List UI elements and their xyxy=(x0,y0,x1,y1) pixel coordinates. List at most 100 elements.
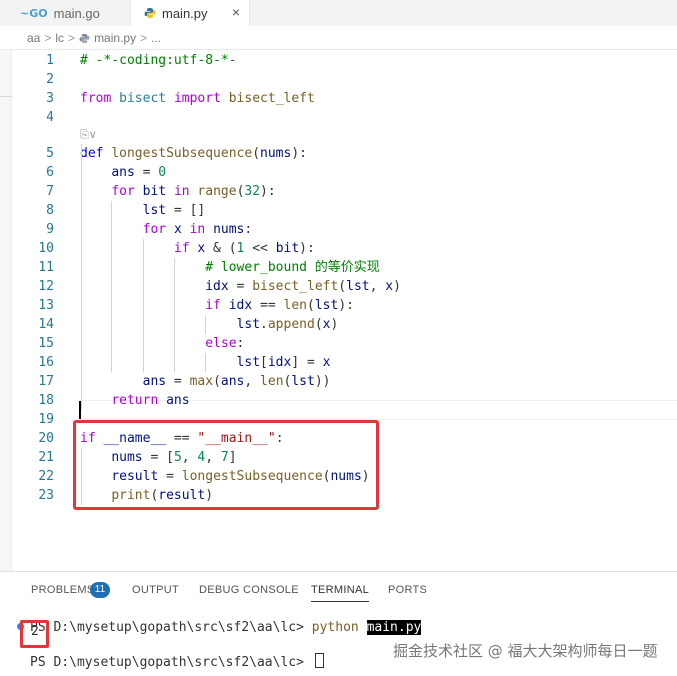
code-text: ans = 0 xyxy=(80,163,166,182)
code-editor[interactable]: ⎘∨ 1 # -*-coding:utf-8-*- 2 3 from bisect im… xyxy=(0,49,677,572)
line-number: 21 xyxy=(38,450,54,465)
code-line[interactable]: 19 xyxy=(0,410,677,429)
line-number: 22 xyxy=(38,469,54,484)
code-token: if xyxy=(173,241,190,256)
line-number: 13 xyxy=(38,298,54,313)
code-token: ( xyxy=(252,146,261,161)
line-number: 15 xyxy=(38,336,54,351)
code-line[interactable]: 20 if __name__ == "__main__": xyxy=(0,429,677,448)
line-number: 3 xyxy=(46,91,54,106)
tab-problems[interactable]: PROBLEMS xyxy=(31,584,95,596)
code-line[interactable]: 17 ans = max(ans, len(lst)) xyxy=(0,372,677,391)
code-token: nums xyxy=(213,222,245,237)
code-line[interactable]: 2 xyxy=(0,70,677,89)
code-token: idx xyxy=(267,355,292,370)
tab-label: main.py xyxy=(162,5,208,21)
code-token: lst xyxy=(236,355,261,370)
code-token: # lower_bound 的等价实现 xyxy=(205,260,380,275)
breadcrumb-item-aa[interactable]: aa xyxy=(27,31,40,45)
code-token: , xyxy=(181,450,198,465)
tab-debug-console[interactable]: DEBUG CONSOLE xyxy=(199,584,299,596)
breadcrumb-item-lc[interactable]: lc xyxy=(55,31,64,45)
code-line[interactable]: 10 if x & (1 << bit): xyxy=(0,239,677,258)
chevron-right-icon: > xyxy=(140,31,148,45)
line-number: 19 xyxy=(38,412,54,427)
code-token: : xyxy=(244,222,253,237)
code-text: def longestSubsequence(nums): xyxy=(80,144,307,163)
code-token: return xyxy=(111,393,159,408)
breadcrumb-item-ellipsis[interactable]: ... xyxy=(151,31,161,45)
code-line[interactable]: 23 print(result) xyxy=(0,486,677,505)
terminal-line-prompt[interactable]: PS D:\mysetup\gopath\src\sf2\aa\lc> xyxy=(30,653,324,671)
code-line[interactable]: 14 lst.append(x) xyxy=(0,315,677,334)
code-token: from xyxy=(80,91,112,106)
tab-ports[interactable]: PORTS xyxy=(388,584,427,596)
tab-main-go[interactable]: ~GO main.go xyxy=(0,0,131,26)
code-token: idx xyxy=(205,279,229,294)
terminal-command: python xyxy=(311,620,359,635)
codelens[interactable]: ⎘∨ xyxy=(80,126,97,143)
code-token: nums xyxy=(260,146,292,161)
line-number: 12 xyxy=(38,279,54,294)
code-text: result = longestSubsequence(nums) xyxy=(80,467,369,486)
code-token: ): xyxy=(338,298,354,313)
code-text: print(result) xyxy=(80,486,213,505)
code-token: nums xyxy=(330,469,362,484)
code-line[interactable]: 4 xyxy=(0,108,677,127)
code-line[interactable]: 5 def longestSubsequence(nums): xyxy=(0,144,677,163)
code-line[interactable]: 1 # -*-coding:utf-8-*- xyxy=(0,51,677,70)
code-token: 32 xyxy=(244,184,261,199)
code-token: ans xyxy=(111,165,135,180)
breadcrumb-item-main-py[interactable]: main.py xyxy=(94,31,136,45)
code-token: & ( xyxy=(205,241,237,256)
code-text: else: xyxy=(80,334,244,353)
code-token: if xyxy=(205,298,221,313)
code-line[interactable]: 22 result = longestSubsequence(nums) xyxy=(0,467,677,486)
code-token: lst xyxy=(236,317,261,332)
code-line[interactable]: 7 for bit in range(32): xyxy=(0,182,677,201)
code-text: lst.append(x) xyxy=(80,315,339,334)
line-number: 23 xyxy=(38,488,54,503)
code-line[interactable]: 16 lst[idx] = x xyxy=(0,353,677,372)
code-token: ] xyxy=(228,450,237,465)
code-line[interactable]: 21 nums = [5, 4, 7] xyxy=(0,448,677,467)
code-token: 5 xyxy=(173,450,182,465)
code-token: range xyxy=(197,184,237,199)
line-number: 8 xyxy=(46,203,54,218)
code-line[interactable]: 11 # lower_bound 的等价实现 xyxy=(0,258,677,277)
code-token: x xyxy=(322,355,331,370)
code-line[interactable]: 8 lst = [] xyxy=(0,201,677,220)
tab-output[interactable]: OUTPUT xyxy=(132,584,179,596)
code-token: ( xyxy=(307,298,315,313)
problems-count-badge: 11 xyxy=(90,582,110,598)
code-text: for bit in range(32): xyxy=(80,182,275,201)
code-line[interactable]: 13 if idx == len(lst): xyxy=(0,296,677,315)
code-token: ( xyxy=(338,279,347,294)
code-line[interactable]: 9 for x in nums: xyxy=(0,220,677,239)
tab-terminal[interactable]: TERMINAL xyxy=(311,584,370,602)
code-token: [ xyxy=(260,355,268,370)
code-line[interactable]: 18 return ans xyxy=(0,391,677,410)
code-token: == xyxy=(166,431,198,446)
python-file-icon xyxy=(79,33,90,44)
terminal-cursor xyxy=(314,653,324,668)
tab-main-py[interactable]: main.py × xyxy=(131,0,250,26)
code-token: )) xyxy=(314,374,331,389)
code-token: == xyxy=(252,298,284,313)
code-token: result xyxy=(158,488,206,503)
code-token: : xyxy=(236,336,245,351)
code-text: lst = [] xyxy=(80,201,206,220)
code-line[interactable]: 3 from bisect import bisect_left xyxy=(0,89,677,108)
code-line[interactable]: 15 else: xyxy=(0,334,677,353)
code-line[interactable]: 12 idx = bisect_left(lst, x) xyxy=(0,277,677,296)
code-token: ): xyxy=(291,146,307,161)
code-line[interactable]: 6 ans = 0 xyxy=(0,163,677,182)
indent-guide xyxy=(111,201,113,372)
code-token: ) xyxy=(393,279,401,294)
code-token: 7 xyxy=(220,450,229,465)
close-icon[interactable]: × xyxy=(232,4,240,20)
